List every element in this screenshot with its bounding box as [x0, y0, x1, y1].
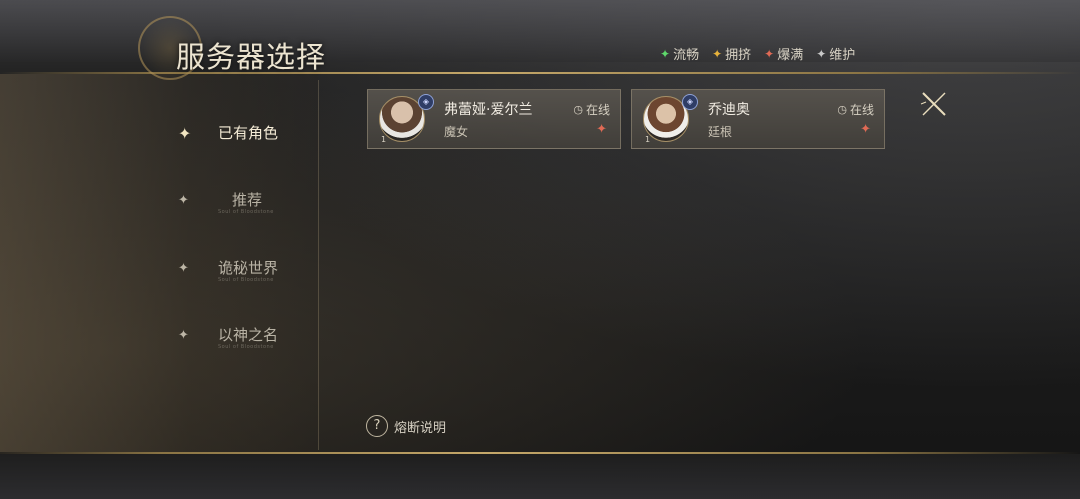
- footer-band: [0, 454, 1080, 499]
- question-icon: ?: [366, 415, 388, 437]
- close-button[interactable]: [918, 88, 950, 120]
- status-label: 在线: [585, 103, 610, 117]
- legend-label: 爆满: [777, 48, 804, 63]
- sidebar-item-existing-characters[interactable]: ✦ 已有角色: [178, 122, 318, 162]
- legend-label: 流畅: [673, 48, 700, 63]
- sidebar-item-label: 推荐: [232, 191, 263, 209]
- character-name: 弗蕾娅·爱尔兰: [444, 102, 533, 118]
- character-card[interactable]: ◈ 1 乔迪奥 廷根 ◷ 在线 ✦: [631, 89, 885, 149]
- character-card[interactable]: ◈ 1 弗蕾娅·爱尔兰 魔女 ◷ 在线 ✦: [367, 89, 621, 149]
- legend-label: 维护: [829, 48, 856, 63]
- character-name: 乔迪奥: [708, 102, 750, 118]
- sidebar-item-label: 已有角色: [218, 124, 279, 142]
- status-label: 在线: [849, 103, 874, 117]
- star-bullet-icon: ✦: [178, 193, 189, 208]
- character-level: 1: [381, 135, 387, 144]
- sidebar-item-label: 诡秘世界: [218, 259, 279, 277]
- legend-label: 拥挤: [725, 48, 752, 63]
- red-star-icon: ✦: [764, 46, 775, 61]
- sidebar-item-subtitle: Soul of Bloodstone: [218, 344, 274, 350]
- star-bullet-icon: ✦: [178, 261, 189, 276]
- sidebar-item-recommended[interactable]: ✦ 推荐 Soul of Bloodstone: [178, 189, 318, 229]
- sidebar-item-label: 以神之名: [218, 326, 279, 344]
- sidebar-item-in-gods-name[interactable]: ✦ 以神之名 Soul of Bloodstone: [178, 324, 318, 364]
- yellow-star-icon: ✦: [712, 46, 723, 61]
- green-star-icon: ✦: [660, 46, 671, 61]
- close-icon: [920, 92, 946, 116]
- help-label: 熔断说明: [394, 420, 447, 436]
- class-badge-icon: ◈: [682, 94, 698, 110]
- character-level: 1: [645, 135, 651, 144]
- panel-divider: [318, 80, 319, 450]
- page-title: 服务器选择: [176, 40, 327, 74]
- star-bullet-icon: ✦: [178, 328, 189, 343]
- character-server: 魔女: [444, 125, 469, 139]
- legend-full: ✦ 爆满: [764, 44, 804, 64]
- sidebar-item-subtitle: Soul of Bloodstone: [218, 277, 274, 283]
- clock-icon: ◷: [573, 103, 583, 116]
- character-server: 廷根: [708, 125, 733, 139]
- gray-star-icon: ✦: [816, 46, 827, 61]
- online-status: ◷ 在线: [837, 101, 874, 118]
- class-badge-icon: ◈: [418, 94, 434, 110]
- server-load-star-icon: ✦: [860, 122, 871, 137]
- legend-maintenance: ✦ 维护: [816, 44, 856, 64]
- sidebar-item-mystery-world[interactable]: ✦ 诡秘世界 Soul of Bloodstone: [178, 257, 318, 297]
- clock-icon: ◷: [837, 103, 847, 116]
- online-status: ◷ 在线: [573, 101, 610, 118]
- server-status-legend: ✦ 流畅 ✦ 拥挤 ✦ 爆满 ✦ 维护: [660, 44, 856, 64]
- server-load-star-icon: ✦: [596, 122, 607, 137]
- legend-smooth: ✦ 流畅: [660, 44, 700, 64]
- legend-crowded: ✦ 拥挤: [712, 44, 752, 64]
- fuse-explanation-button[interactable]: ? 熔断说明: [366, 415, 446, 437]
- sidebar-item-subtitle: Soul of Bloodstone: [218, 209, 274, 215]
- star-bullet-icon: ✦: [178, 124, 192, 143]
